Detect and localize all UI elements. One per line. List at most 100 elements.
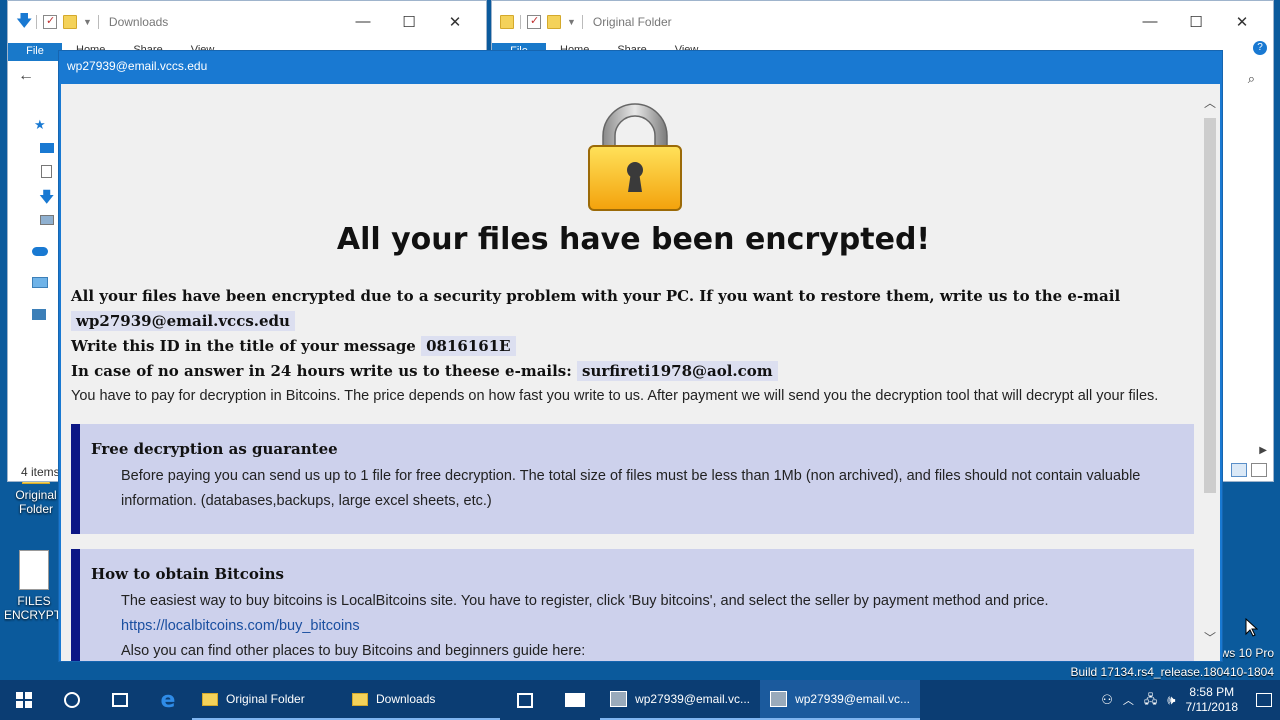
window-title: Original Folder: [592, 15, 672, 29]
close-icon[interactable]: ✕: [1219, 13, 1265, 31]
search-button[interactable]: [48, 680, 96, 720]
intro-text: All your files have been encrypted due t…: [71, 287, 1121, 305]
chevron-down-icon[interactable]: ▼: [83, 17, 92, 27]
explorer-title-bar: 🡇 ▼ Downloads — ☐ ✕: [8, 1, 486, 43]
clock-date: 7/11/2018: [1185, 700, 1239, 714]
taskbar-app-ransom-2[interactable]: wp27939@email.vc...: [760, 680, 920, 720]
details-view-icon[interactable]: [1231, 463, 1247, 477]
scrollbar-thumb[interactable]: [1204, 118, 1216, 493]
edge-button[interactable]: e: [144, 680, 192, 720]
search-icon[interactable]: ⌕: [1248, 71, 1255, 87]
help-icon[interactable]: ?: [1253, 41, 1267, 55]
tab-file[interactable]: File: [8, 43, 62, 61]
taskbar-app-label: wp27939@email.vc...: [635, 692, 750, 706]
app-window-icon: [610, 691, 628, 707]
desktop-icon-label: Original Folder: [15, 488, 57, 516]
maximize-icon[interactable]: ☐: [1173, 13, 1219, 31]
network-icon[interactable]: [32, 309, 46, 320]
ransom-note-body: All your files have been encrypted! All …: [61, 84, 1220, 661]
new-folder-icon[interactable]: [63, 15, 77, 29]
bitcoin-guide-text: The easiest way to buy bitcoins is Local…: [121, 593, 1049, 609]
free-decryption-heading: Free decryption as guarantee: [91, 440, 338, 458]
id-line: Write this ID in the title of your messa…: [71, 334, 516, 359]
show-hidden-icons-icon[interactable]: ︿: [1123, 692, 1134, 708]
volume-icon[interactable]: 🕪: [1167, 692, 1175, 708]
edge-browser-icon: e: [160, 687, 176, 713]
windows-edition-text: ws 10 Pro: [1220, 646, 1274, 660]
taskbar-app-ransom-1[interactable]: wp27939@email.vc...: [600, 680, 760, 720]
minimize-icon[interactable]: —: [1127, 13, 1173, 31]
task-view-icon: [112, 693, 128, 707]
vertical-scrollbar[interactable]: ︿ ﹀: [1200, 84, 1220, 661]
taskbar: e Original Folder Downloads wp27939@emai…: [0, 680, 1280, 720]
desktop-icon-files-encrypted[interactable]: FILES ENCRYPTED: [4, 550, 64, 622]
bitcoin-guide-more-text: Also you can find other places to buy Bi…: [121, 643, 586, 659]
clock[interactable]: 8:58 PM 7/11/2018: [1186, 685, 1239, 715]
onedrive-icon[interactable]: [32, 247, 48, 256]
mail-button[interactable]: [550, 680, 600, 720]
properties-icon[interactable]: [527, 14, 541, 29]
back-arrow-icon[interactable]: ←: [18, 67, 34, 85]
window-title: Downloads: [108, 15, 169, 29]
store-bag-icon: [517, 692, 533, 708]
free-decryption-box: Free decryption as guarantee Before payi…: [71, 424, 1194, 534]
close-icon[interactable]: ✕: [432, 13, 478, 31]
padlock-icon: [588, 103, 682, 211]
minimize-icon[interactable]: —: [340, 13, 386, 31]
desktop-icon-label: FILES ENCRYPTED: [4, 594, 64, 622]
intro-line: All your files have been encrypted due t…: [71, 284, 1196, 334]
documents-icon[interactable]: [41, 165, 52, 178]
scroll-right-icon[interactable]: ▶: [1259, 445, 1267, 456]
build-watermark: Build 17134.rs4_release.180410-1804: [1070, 665, 1275, 679]
system-tray: ⚇ ︿ 🖧 🕪 8:58 PM 7/11/2018: [1101, 680, 1280, 720]
ransom-note-window: wp27939@email.vccs.edu All your files ha…: [58, 50, 1223, 662]
scroll-up-icon[interactable]: ︿: [1203, 94, 1217, 110]
properties-icon[interactable]: [43, 14, 57, 29]
headline: All your files have been encrypted!: [336, 222, 931, 257]
localbitcoins-link[interactable]: https://localbitcoins.com/buy_bitcoins: [121, 618, 360, 634]
backup-email-line: In case of no answer in 24 hours write u…: [71, 359, 778, 384]
download-arrow-icon: 🡇: [16, 13, 33, 30]
bitcoin-guide-box: How to obtain Bitcoins The easiest way t…: [71, 549, 1194, 661]
window-controls: — ☐ ✕: [1127, 13, 1265, 31]
star-icon[interactable]: ★: [34, 117, 46, 133]
network-icon[interactable]: 🖧: [1144, 690, 1157, 711]
window-controls: — ☐ ✕: [340, 13, 478, 31]
desktop-folder-icon[interactable]: [40, 143, 54, 153]
clock-time: 8:58 PM: [1189, 685, 1235, 699]
scroll-down-icon[interactable]: ﹀: [1203, 629, 1217, 645]
start-button[interactable]: [0, 680, 48, 720]
maximize-icon[interactable]: ☐: [386, 13, 432, 31]
free-decryption-text: Before paying you can send us up to 1 fi…: [121, 468, 1141, 509]
taskbar-app-downloads[interactable]: Downloads: [342, 680, 500, 720]
id-instruction: Write this ID in the title of your messa…: [71, 337, 416, 355]
windows-logo-icon: [16, 692, 32, 708]
taskbar-app-original-folder[interactable]: Original Folder: [192, 680, 342, 720]
victim-id[interactable]: 0816161E: [421, 336, 516, 356]
downloads-icon[interactable]: 🡇: [39, 187, 54, 212]
cortana-circle-icon: [64, 692, 80, 708]
payment-line: You have to pay for decryption in Bitcoi…: [71, 388, 1159, 404]
large-icons-view-icon[interactable]: [1251, 463, 1267, 477]
action-center-icon[interactable]: [1256, 693, 1272, 707]
ransom-window-title: wp27939@email.vccs.edu: [67, 59, 208, 73]
taskbar-app-label: Original Folder: [226, 692, 305, 706]
pictures-icon[interactable]: [40, 215, 54, 225]
bitcoin-guide-heading: How to obtain Bitcoins: [91, 565, 284, 583]
backup-email-instruction: In case of no answer in 24 hours write u…: [71, 362, 572, 380]
app-window-icon: [770, 691, 788, 707]
status-bar-item-count: 4 items: [21, 465, 60, 479]
new-folder-icon[interactable]: [547, 15, 561, 29]
contact-email-backup[interactable]: surfireti1978@aol.com: [577, 361, 778, 381]
task-view-button[interactable]: [96, 680, 144, 720]
folder-icon: [202, 692, 218, 706]
this-pc-icon[interactable]: [32, 277, 48, 288]
bitcoin-guide-link-row: https://localbitcoins.com/buy_bitcoins: [80, 614, 1194, 639]
store-button[interactable]: [500, 680, 550, 720]
explorer-title-bar: ▼ Original Folder — ☐ ✕: [492, 1, 1273, 43]
people-icon[interactable]: ⚇: [1101, 692, 1113, 708]
chevron-down-icon[interactable]: ▼: [567, 17, 576, 27]
folder-download-icon: [352, 692, 368, 706]
taskbar-app-label: Downloads: [376, 692, 436, 706]
contact-email-primary[interactable]: wp27939@email.vccs.edu: [71, 311, 295, 331]
